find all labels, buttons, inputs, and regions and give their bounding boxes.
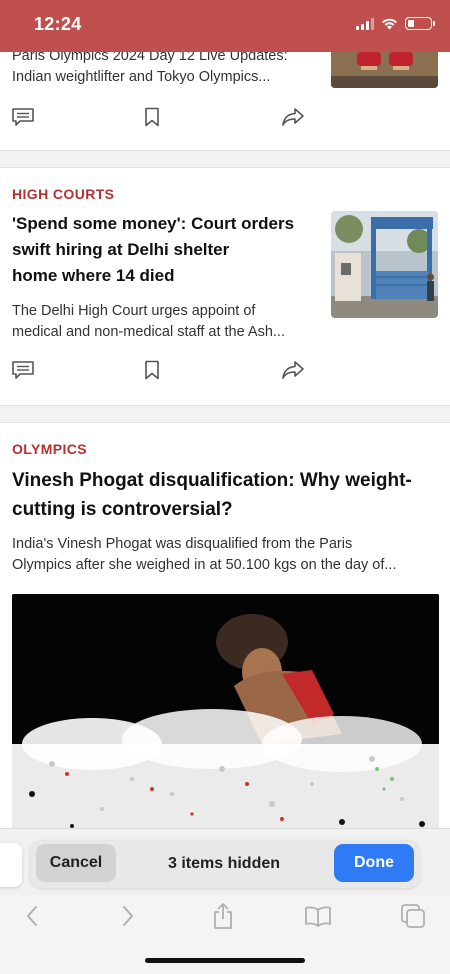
article-headline[interactable]: 'Spend some money': Court orders swift h…	[12, 211, 294, 289]
share-icon[interactable]	[280, 105, 306, 129]
hide-items-bar: Cancel 3 items hidden Done	[0, 828, 450, 895]
article-category: HIGH COURTS	[12, 186, 115, 202]
hidden-items-count: 3 items hidden	[167, 855, 281, 872]
article-actions	[0, 105, 450, 129]
status-bar: 12:24	[0, 0, 450, 52]
card-separator	[0, 405, 450, 423]
status-time: 12:24	[34, 14, 82, 34]
home-indicator[interactable]	[145, 958, 305, 963]
bookmarks-icon[interactable]	[303, 901, 333, 931]
battery-icon	[405, 17, 435, 30]
cancel-button[interactable]: Cancel	[36, 844, 116, 882]
previous-panel-edge[interactable]	[0, 843, 22, 887]
signal-icon	[356, 17, 374, 30]
share-icon[interactable]	[280, 358, 306, 382]
hide-items-panel: Cancel 3 items hidden Done	[30, 840, 420, 888]
done-button[interactable]: Done	[334, 844, 414, 882]
comment-icon[interactable]	[10, 105, 36, 129]
article-headline[interactable]: Vinesh Phogat disqualification: Why weig…	[12, 466, 412, 524]
article-summary: India's Vinesh Phogat was disqualified f…	[12, 536, 397, 573]
wrestler-photo[interactable]	[12, 594, 439, 834]
forward-icon[interactable]	[113, 901, 143, 931]
article-category: OLYMPICS	[12, 441, 88, 457]
article-summary: The Delhi High Court urges appoint of me…	[12, 303, 285, 340]
shelter-gate-photo[interactable]	[331, 211, 438, 318]
status-icons	[356, 17, 435, 30]
bookmark-icon[interactable]	[139, 105, 165, 129]
article-actions	[0, 358, 450, 382]
card-separator	[0, 150, 450, 168]
article-card[interactable]: Paris Olympics 2024 Day 12 Live Updates:…	[0, 32, 450, 150]
comment-icon[interactable]	[10, 358, 36, 382]
back-icon[interactable]	[17, 901, 47, 931]
tabs-icon[interactable]	[398, 901, 428, 931]
article-summary: Paris Olympics 2024 Day 12 Live Updates:…	[12, 48, 288, 85]
article-card[interactable]: HIGH COURTS 'Spend some money': Court or…	[0, 168, 450, 405]
bookmark-icon[interactable]	[139, 358, 165, 382]
wifi-icon	[382, 18, 397, 30]
share-icon[interactable]	[208, 901, 238, 931]
